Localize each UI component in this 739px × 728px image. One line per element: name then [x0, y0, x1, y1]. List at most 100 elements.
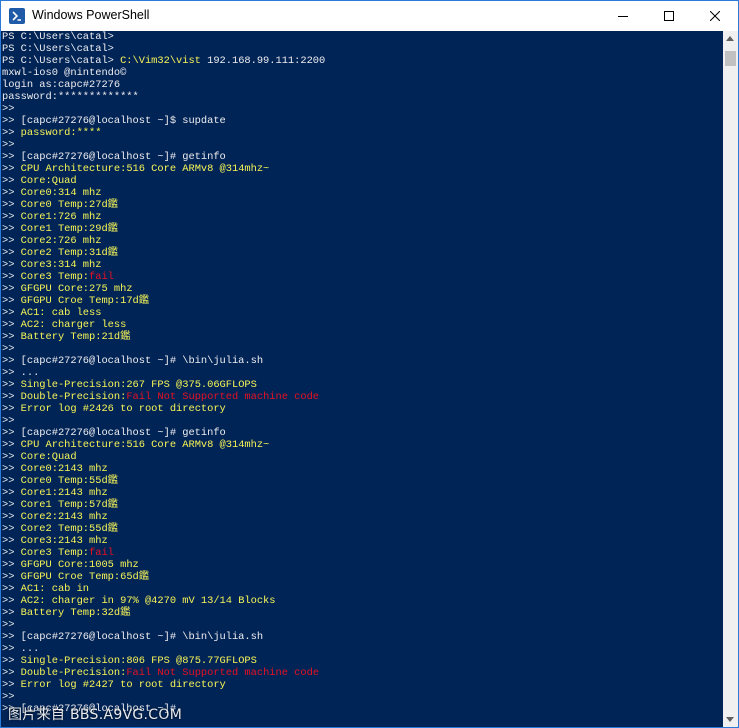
console-line: password:*************: [2, 91, 139, 103]
console-line: >> [capc#27276@localhost ~]# getinfo: [2, 151, 226, 163]
console-text-segment: >> ...: [2, 643, 40, 655]
console-line: >> Battery Temp:32d鑑: [2, 607, 131, 619]
console-text-segment: >>: [2, 319, 21, 331]
console-line: >> Core:Quad: [2, 175, 77, 187]
console-text-segment: >>: [2, 235, 21, 247]
console-text-segment: >>: [2, 583, 21, 595]
console-line: login as:capc#27276: [2, 79, 120, 91]
console-line: >> Core3:2143 mhz: [2, 535, 108, 547]
console-text-segment: Core2:2143 mhz: [20, 511, 108, 523]
console-line: >> Battery Temp:21d鑑: [2, 331, 131, 343]
console-text-segment: Battery Temp:21d鑑: [20, 331, 131, 343]
console-text-segment: Core0 Temp:55d鑑: [20, 475, 119, 487]
console-text-segment: >>: [2, 535, 21, 547]
console-line: >> GFGPU Croe Temp:65d鑑: [2, 571, 149, 583]
console-line: >> [capc#27276@localhost ~]# getinfo: [2, 427, 226, 439]
console-line: >> Core1 Temp:57d鑑: [2, 499, 118, 511]
console-text-segment: >>: [2, 163, 21, 175]
console-text-segment: Battery Temp:32d鑑: [20, 607, 131, 619]
console-text-segment: Core0 Temp:27d鑑: [20, 199, 119, 211]
console-text-segment: >>: [2, 523, 21, 535]
console-line: >> Core1:2143 mhz: [2, 487, 108, 499]
console-line: >> Core2 Temp:55d鑑: [2, 523, 118, 535]
close-button[interactable]: [692, 1, 738, 31]
scroll-thumb[interactable]: [725, 51, 736, 66]
console-text-segment: >>: [2, 619, 15, 631]
powershell-icon: [9, 8, 25, 24]
console-text-segment: Core1:726 mhz: [20, 211, 102, 223]
console-line: >> Core3:314 mhz: [2, 259, 101, 271]
console-line: >>: [2, 343, 14, 355]
console-line: >> Single-Precision:267 FPS @375.06GFLOP…: [2, 379, 257, 391]
console-text-segment: Core:Quad: [20, 451, 77, 463]
console-text-segment: >>: [2, 127, 21, 139]
console-text-segment: Core3:2143 mhz: [20, 535, 108, 547]
console-line: >> [capc#27276@localhost ~]# \bin\julia.…: [2, 355, 263, 367]
vertical-scrollbar[interactable]: [723, 31, 738, 727]
console-text-segment: AC2: charger less: [20, 319, 127, 331]
console-line: >> CPU Architecture:516 Core ARMv8 @314m…: [2, 163, 269, 175]
console-text-segment: >>: [2, 259, 21, 271]
close-icon: [710, 11, 720, 21]
console-line: >>: [2, 139, 14, 151]
console-text-segment: >>: [2, 487, 21, 499]
console-text-segment: C:\Vim32\vist: [120, 55, 201, 67]
scroll-down-arrow-icon[interactable]: [726, 717, 734, 722]
console-text-segment: AC1: cab less: [20, 307, 102, 319]
minimize-button[interactable]: [600, 1, 646, 31]
console-line: >> Core0:2143 mhz: [2, 463, 108, 475]
console-line: >> CPU Architecture:516 Core ARMv8 @314m…: [2, 439, 269, 451]
console-output[interactable]: PS C:\Users\catal> PS C:\Users\catal> PS C…: [1, 31, 723, 727]
console-line: >> Core1:726 mhz: [2, 211, 101, 223]
console-text-segment: Core2 Temp:31d鑑: [20, 247, 119, 259]
console-text-segment: >>: [2, 607, 21, 619]
console-text-segment: >>: [2, 595, 21, 607]
console-line: >> Double-Precision:Fail Not Supported m…: [2, 391, 319, 403]
console-line: >> Core:Quad: [2, 451, 77, 463]
console-text-segment: password:*************: [2, 91, 139, 103]
console-text-segment: GFGPU Croe Temp:65d鑑: [20, 571, 150, 583]
console-text-segment: AC1: cab in: [20, 583, 90, 595]
console-line: >> AC1: cab less: [2, 307, 101, 319]
title-bar[interactable]: Windows PowerShell: [1, 1, 738, 31]
console-text-segment: Core3 Temp:: [20, 271, 90, 283]
console-text-segment: fail: [89, 547, 114, 559]
console-text-segment: >>: [2, 559, 21, 571]
console-text-segment: >>: [2, 211, 21, 223]
console-line: >> AC1: cab in: [2, 583, 89, 595]
console-line: >> Error log #2427 to root directory: [2, 679, 226, 691]
console-text-segment: Core0:2143 mhz: [20, 463, 108, 475]
console-line: >> Core2:2143 mhz: [2, 511, 108, 523]
console-line: >> AC2: charger less: [2, 319, 126, 331]
console-text-segment: >> [capc#27276@localhost ~]# getinfo: [2, 427, 226, 439]
console-text-segment: >>: [2, 379, 21, 391]
console-text-segment: >>: [2, 679, 21, 691]
console-line: >> ...: [2, 643, 39, 655]
console-text-segment: Core0:314 mhz: [20, 187, 102, 199]
console-text-segment: >>: [2, 247, 21, 259]
console-text-segment: >>: [2, 463, 21, 475]
console-text-segment: >>: [2, 451, 21, 463]
console-text-segment: >>: [2, 439, 21, 451]
console-text-segment: >>: [2, 511, 21, 523]
console-line: >> Error log #2426 to root directory: [2, 403, 226, 415]
console-text-segment: Core:Quad: [20, 175, 77, 187]
console-line: >>: [2, 619, 14, 631]
console-line: mxwl-ios0 @nintendo©: [2, 67, 126, 79]
console-text-segment: >>: [2, 331, 21, 343]
console-line: >> Core0 Temp:55d鑑: [2, 475, 118, 487]
console-text-segment: >>: [2, 223, 21, 235]
console-text-segment: Core2 Temp:55d鑑: [20, 523, 119, 535]
console-text-segment: GFGPU Core:275 mhz: [20, 283, 133, 295]
maximize-button[interactable]: [646, 1, 692, 31]
console-text-segment: Core1 Temp:57d鑑: [20, 499, 119, 511]
console-text-segment: >>: [2, 343, 15, 355]
console-text-segment: 192.168.99.111:2200: [200, 55, 326, 67]
console-text-segment: >> [capc#27276@localhost ~]# getinfo: [2, 151, 226, 163]
console-line: >> GFGPU Core:275 mhz: [2, 283, 133, 295]
window-title: Windows PowerShell: [32, 8, 150, 22]
scroll-up-arrow-icon[interactable]: [726, 36, 734, 41]
console-line: >> Core3 Temp:fail: [2, 547, 114, 559]
console-line: >> Core2 Temp:31d鑑: [2, 247, 118, 259]
console-text-segment: CPU Architecture:516 Core ARMv8 @314mhz~: [20, 163, 270, 175]
